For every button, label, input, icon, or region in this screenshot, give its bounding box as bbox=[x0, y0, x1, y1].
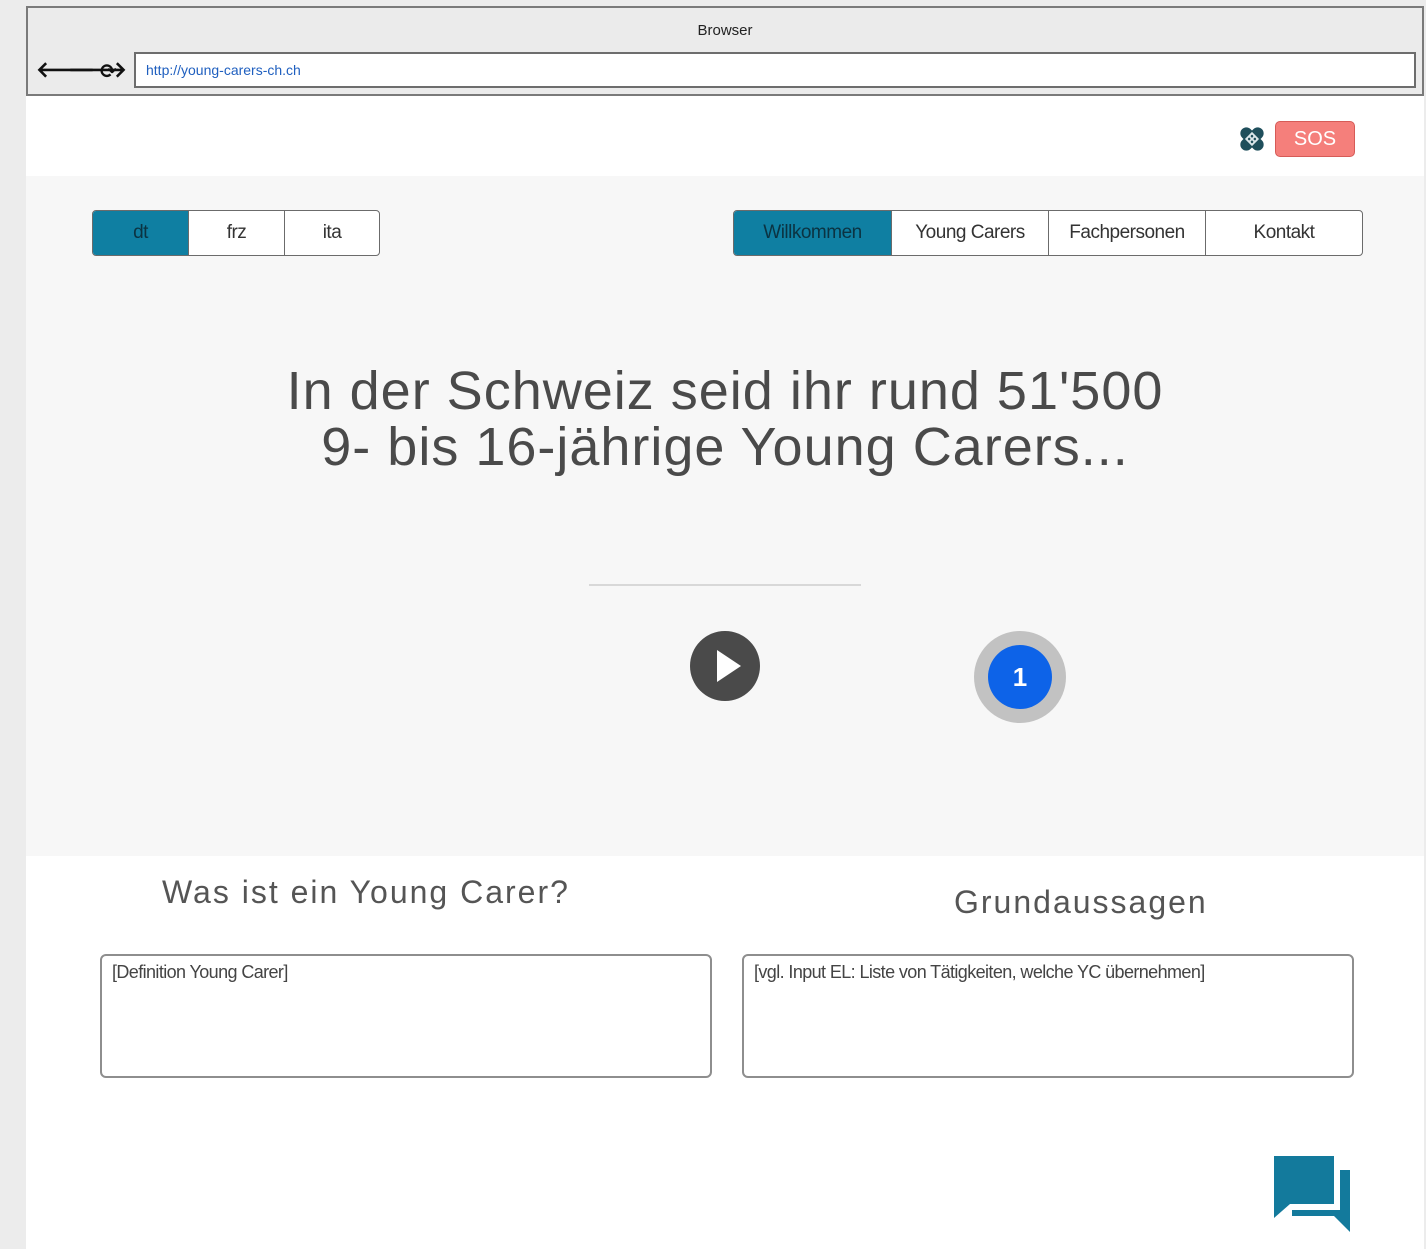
hero-headline-line1: In der Schweiz seid ihr rund 51'500 bbox=[286, 361, 1164, 421]
chat-icon[interactable] bbox=[1270, 1152, 1354, 1234]
section-title-grundaussagen: Grundaussagen bbox=[954, 884, 1208, 920]
play-icon bbox=[717, 650, 741, 682]
bandage-icon[interactable] bbox=[1236, 123, 1268, 155]
menu-item-fachpersonen[interactable]: Fachpersonen bbox=[1048, 211, 1205, 255]
slide-number-badge: 1 bbox=[988, 645, 1052, 709]
language-option-ita[interactable]: ita bbox=[284, 211, 379, 255]
hero-headline: In der Schweiz seid ihr rund 51'500 9- b… bbox=[26, 363, 1424, 475]
slide-indicator[interactable]: 1 bbox=[974, 631, 1066, 723]
forward-arrow-icon[interactable]: 🡒 bbox=[68, 60, 127, 82]
hero-headline-line2: 9- bis 16-jährige Young Carers... bbox=[321, 417, 1129, 477]
grundaussagen-textbox[interactable]: [vgl. Input EL: Liste von Tätigkeiten, w… bbox=[742, 954, 1354, 1078]
hero-divider bbox=[589, 584, 861, 586]
browser-window: Browser 🡐 🡒 ⟳ http://young-carers-ch.ch … bbox=[26, 6, 1424, 1249]
language-switcher: dt frz ita bbox=[92, 210, 380, 256]
hero-section bbox=[26, 176, 1424, 856]
section-title-young-carer: Was ist ein Young Carer? bbox=[162, 874, 570, 910]
menu-item-kontakt[interactable]: Kontakt bbox=[1205, 211, 1362, 255]
menu-item-young-carers[interactable]: Young Carers bbox=[891, 211, 1048, 255]
browser-title: Browser bbox=[697, 22, 753, 39]
language-option-frz[interactable]: frz bbox=[188, 211, 284, 255]
language-option-dt[interactable]: dt bbox=[93, 211, 188, 255]
main-menu: Willkommen Young Carers Fachpersonen Kon… bbox=[733, 210, 1363, 256]
sos-button[interactable]: SOS bbox=[1275, 121, 1355, 157]
reload-icon[interactable]: ⟳ bbox=[100, 60, 117, 82]
play-button[interactable] bbox=[690, 631, 760, 701]
address-bar[interactable]: http://young-carers-ch.ch bbox=[134, 52, 1416, 88]
menu-item-willkommen[interactable]: Willkommen bbox=[734, 211, 891, 255]
browser-chrome: Browser 🡐 🡒 ⟳ http://young-carers-ch.ch bbox=[26, 6, 1424, 96]
definition-textbox[interactable]: [Definition Young Carer] bbox=[100, 954, 712, 1078]
